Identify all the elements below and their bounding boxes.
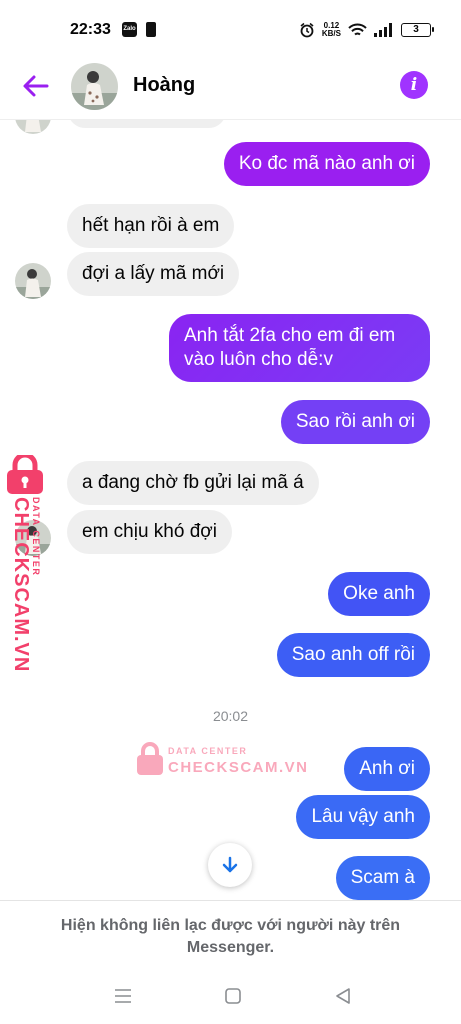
network-speed-unit: KB/S: [321, 29, 341, 38]
alarm-icon: [300, 22, 314, 38]
status-bar: 22:33 Zalo 0.12 KB/S 3: [0, 0, 461, 52]
message-text: đợi a lấy mã mới: [82, 263, 225, 284]
message-bubble-outgoing[interactable]: Scam à: [335, 856, 430, 900]
message-text: Scam à: [350, 867, 415, 888]
message-text: hết hạn rồi à em: [82, 215, 220, 236]
message-bubble-incoming[interactable]: em chịu khó đợi: [67, 510, 232, 554]
status-indicators: 0.12 KB/S 3: [299, 19, 434, 41]
lock-icon: [7, 455, 43, 494]
message-bubble-outgoing[interactable]: Anh ơi: [344, 747, 430, 791]
system-nav-bar: [0, 970, 461, 1024]
message-bubble-incoming[interactable]: [68, 120, 226, 128]
scroll-to-bottom-button[interactable]: [208, 843, 252, 887]
message-text: Ko đc mã nào anh ơi: [238, 153, 415, 174]
message-bubble-outgoing[interactable]: Oke anh: [328, 572, 430, 616]
message-text: em chịu khó đợi: [82, 521, 217, 542]
zalo-icon: Zalo: [122, 22, 137, 37]
wifi-icon: [348, 23, 367, 35]
signal-icon: [374, 23, 392, 37]
message-bubble-incoming[interactable]: hết hạn rồi à em: [67, 204, 235, 248]
contact-mini-avatar[interactable]: [15, 263, 51, 299]
watermark-side: CHECKSCAM.VN DATA CENTER: [3, 455, 49, 672]
watermark-subtitle: DATA CENTER: [168, 746, 248, 756]
message-bubble-outgoing[interactable]: Sao rồi anh ơi: [280, 400, 430, 444]
chat-header: Hoàng i: [0, 52, 461, 120]
back-button[interactable]: [20, 70, 52, 102]
message-bubble-outgoing[interactable]: Ko đc mã nào anh ơi: [223, 142, 430, 186]
notification-icon: [146, 22, 156, 37]
message-text: Anh ơi: [359, 758, 415, 779]
status-time: 22:33: [70, 21, 111, 38]
message-text: a đang chờ fb gửi lại mã á: [82, 472, 304, 493]
contact-avatar[interactable]: [71, 63, 118, 110]
message-text: Oke anh: [343, 583, 415, 604]
message-bubble-outgoing[interactable]: Anh tắt 2fa cho em đi em vào luôn cho dễ…: [169, 314, 430, 382]
battery-indicator: 3: [401, 23, 434, 37]
message-text: Anh tắt 2fa cho em đi em vào luôn cho dễ…: [184, 325, 396, 370]
avatar-image: [71, 63, 118, 110]
lock-icon: [137, 742, 163, 775]
home-icon[interactable]: [225, 988, 241, 1004]
message-bubble-outgoing[interactable]: Sao anh off rồi: [276, 633, 430, 677]
contact-name[interactable]: Hoàng: [133, 74, 195, 97]
avatar-image: [15, 263, 51, 299]
back-triangle-icon[interactable]: [335, 988, 351, 1004]
menu-icon[interactable]: [114, 988, 132, 1004]
watermark-subtitle: DATA CENTER: [31, 497, 41, 577]
back-arrow-icon: [23, 75, 49, 97]
watermark-brand: CHECKSCAM.VN: [10, 497, 32, 673]
network-speed: 0.12 KB/S: [322, 22, 341, 38]
message-text: Sao anh off rồi: [291, 644, 415, 665]
message-bubble-outgoing[interactable]: Lâu vậy anh: [296, 795, 430, 839]
chat-thread[interactable]: Ko đc mã nào anh ơi hết hạn rồi à em đợi…: [0, 120, 461, 900]
message-text: Lâu vậy anh: [311, 806, 415, 827]
message-bubble-incoming[interactable]: a đang chờ fb gửi lại mã á: [67, 461, 319, 505]
message-timestamp: 20:02: [212, 708, 249, 724]
contact-mini-avatar[interactable]: [15, 120, 51, 134]
info-button[interactable]: i: [400, 71, 428, 99]
avatar-image: [15, 120, 51, 134]
message-text: Sao rồi anh ơi: [295, 411, 415, 432]
watermark-center: DATA CENTER CHECKSCAM.VN: [136, 742, 307, 782]
message-bubble-incoming[interactable]: đợi a lấy mã mới: [67, 252, 240, 296]
arrow-down-icon: [222, 856, 238, 873]
watermark-brand: CHECKSCAM.VN: [168, 759, 309, 776]
unavailable-notice: Hiện không liên lạc được với người này t…: [0, 900, 461, 970]
